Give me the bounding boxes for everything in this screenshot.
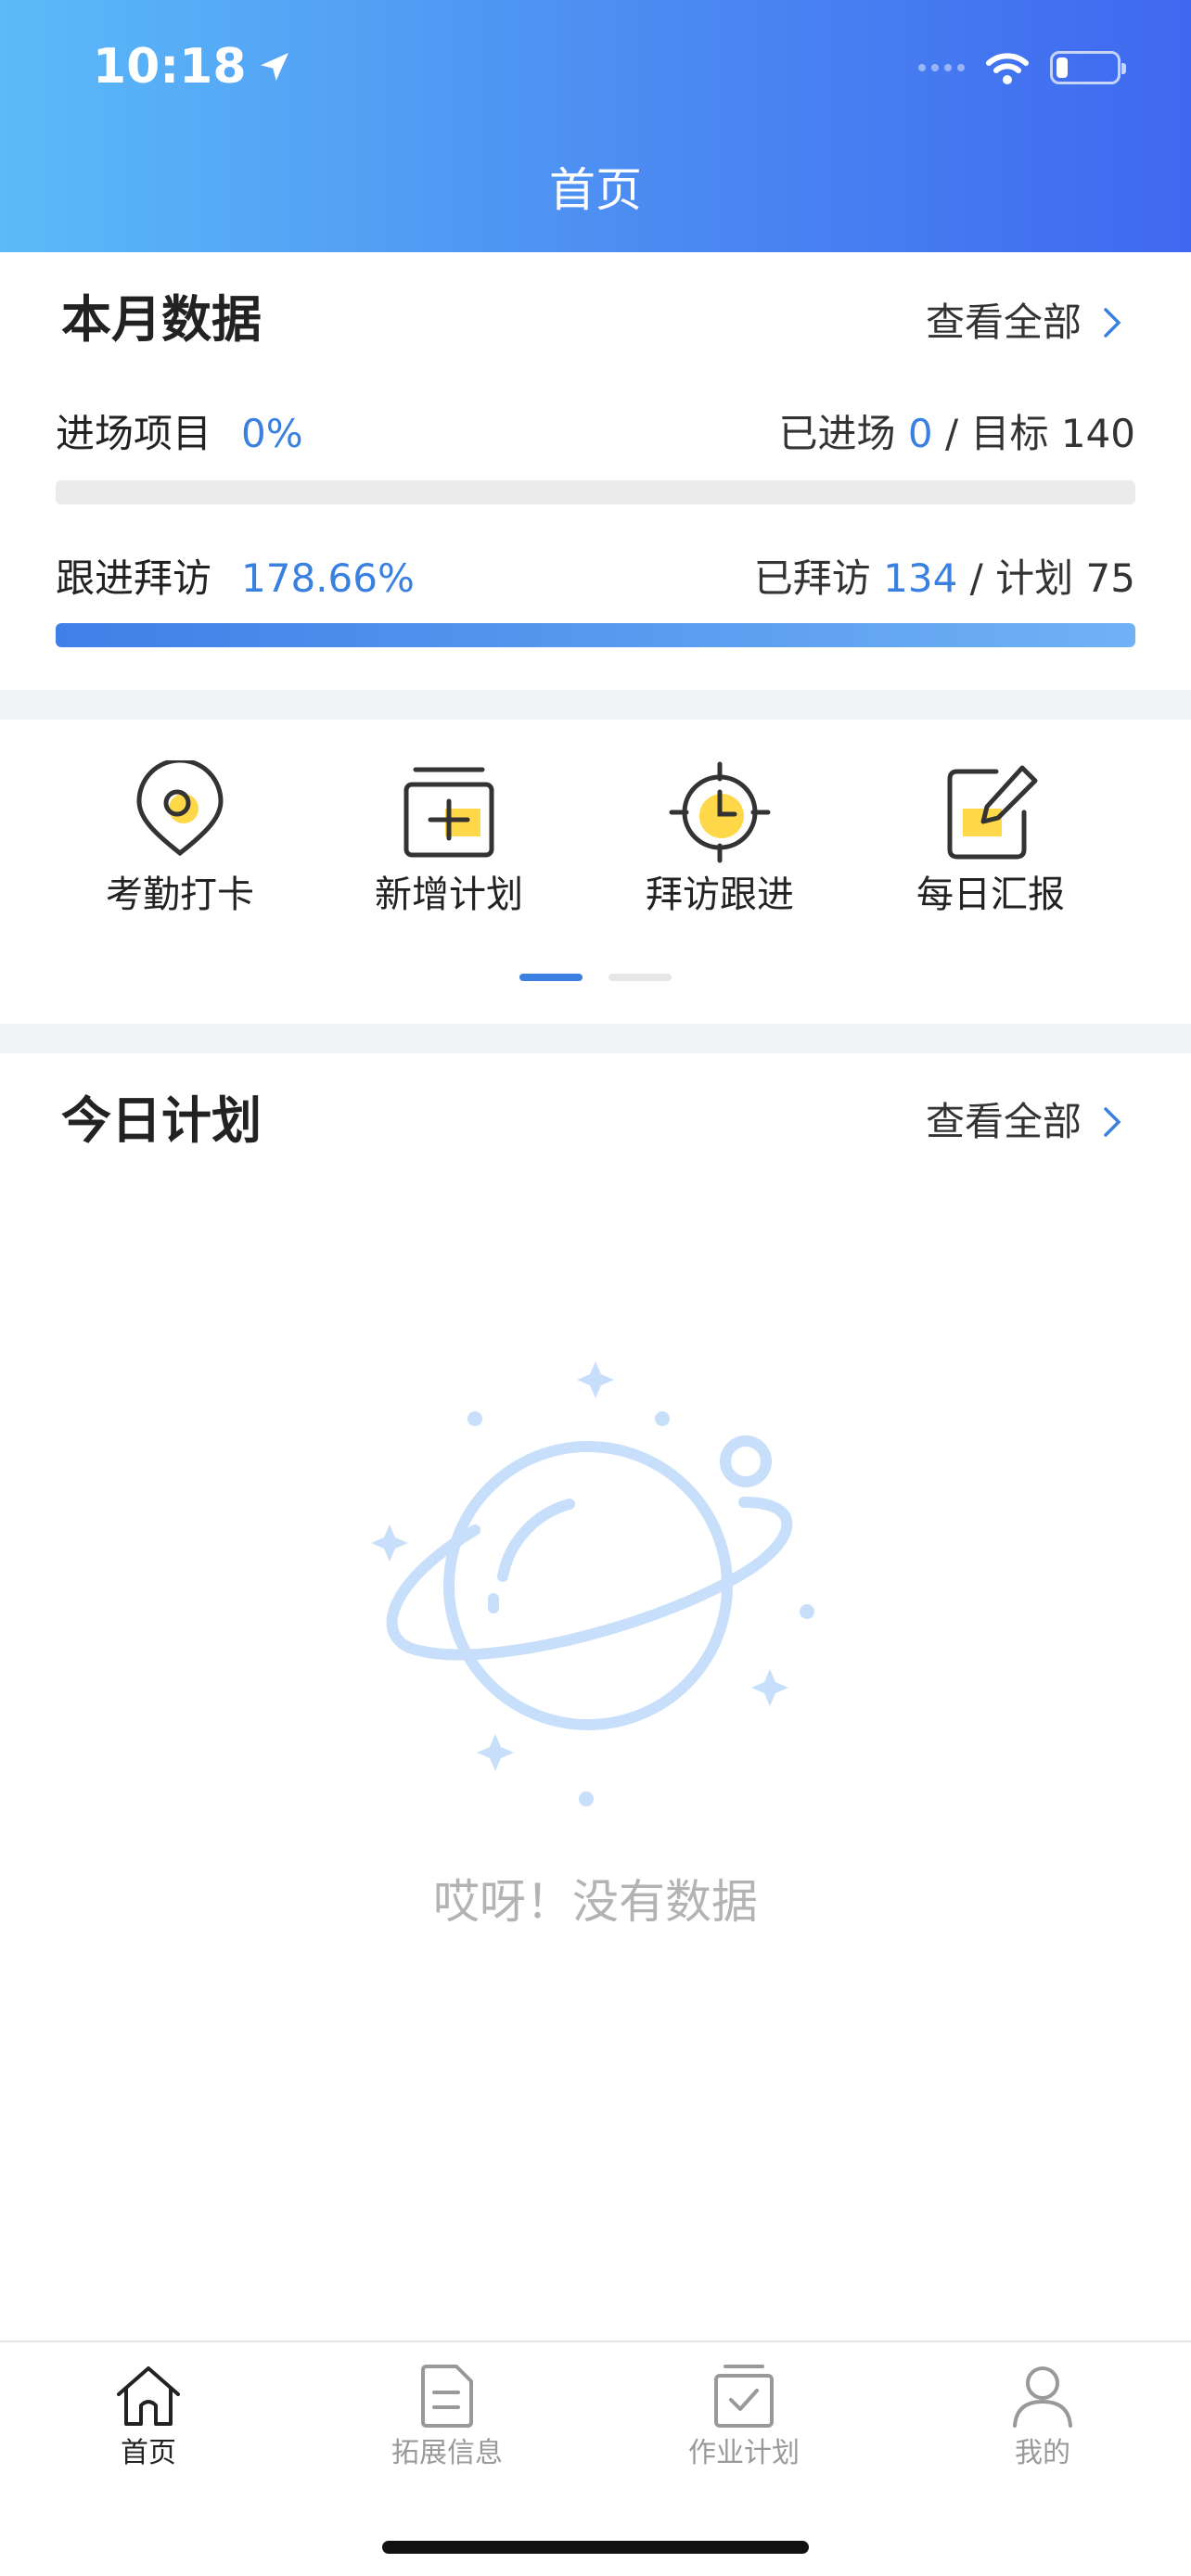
stat-percent: 178.66%: [241, 555, 415, 601]
pager-dot-active[interactable]: [519, 974, 583, 981]
document-icon: [421, 2365, 473, 2428]
tab-label: 首页: [121, 2437, 176, 2469]
edit-report-icon: [947, 765, 1038, 860]
chevron-right-icon: [1104, 308, 1121, 338]
tab-label: 拓展信息: [391, 2437, 503, 2469]
section-divider: [0, 690, 1191, 720]
today-plan-title: 今日计划: [61, 1089, 291, 1161]
app-header: 10:18 首页: [0, 0, 1191, 252]
empty-planet-icon: [371, 1361, 814, 1806]
page-title: 首页: [549, 163, 642, 217]
tab-expand-info[interactable]: 拓展信息: [336, 2361, 558, 2474]
action-label: 考勤打卡: [106, 874, 254, 916]
tab-label: 作业计划: [688, 2437, 800, 2469]
view-all-label: 查看全部: [925, 1099, 1082, 1144]
view-all-label: 查看全部: [925, 300, 1082, 345]
location-pin-icon: [136, 760, 224, 857]
stat-label: 进场项目: [56, 411, 212, 456]
target-clock-icon: [669, 761, 771, 863]
tab-mine[interactable]: 我的: [931, 2361, 1154, 2474]
entry-progress-bar: [56, 480, 1135, 504]
calendar-check-icon: [714, 2365, 774, 2428]
add-plan-icon: [403, 767, 494, 858]
tab-home[interactable]: 首页: [37, 2361, 260, 2474]
action-label: 拜访跟进: [646, 874, 794, 916]
action-label: 每日汇报: [916, 874, 1065, 916]
wifi-icon: [986, 53, 1029, 84]
stat-row-visit: 跟进拜访 178.66% 已拜访 134 / 计划 75: [56, 551, 1135, 606]
location-arrow-icon: [260, 53, 288, 81]
action-attendance[interactable]: 考勤打卡: [78, 760, 282, 927]
stat-label: 跟进拜访: [56, 555, 212, 601]
tab-label: 我的: [1015, 2437, 1070, 2469]
tab-work-plan[interactable]: 作业计划: [633, 2361, 855, 2474]
action-daily-report[interactable]: 每日汇报: [889, 760, 1093, 927]
battery-icon: [1050, 51, 1126, 84]
signal-icon: [918, 64, 965, 71]
monthly-title: 本月数据: [61, 287, 291, 360]
home-indicator: [382, 2541, 809, 2554]
monthly-view-all-button[interactable]: 查看全部: [926, 295, 1122, 351]
stat-percent: 0%: [241, 411, 303, 456]
status-time: 10:18: [93, 37, 293, 96]
action-label: 新增计划: [375, 874, 523, 916]
today-view-all-button[interactable]: 查看全部: [926, 1094, 1122, 1150]
stat-summary: 已拜访 134 / 计划 75: [753, 555, 1135, 601]
visit-progress-bar: [56, 623, 1135, 647]
action-add-plan[interactable]: 新增计划: [347, 760, 551, 927]
user-icon: [1013, 2366, 1072, 2428]
section-divider: [0, 1024, 1191, 1053]
stat-row-entry: 进场项目 0% 已进场 0 / 目标 140: [56, 406, 1135, 462]
status-indicators: [918, 45, 1126, 91]
status-time-text: 10:18: [93, 39, 247, 95]
action-visit-follow[interactable]: 拜访跟进: [618, 760, 822, 927]
pager-dot[interactable]: [608, 974, 672, 981]
stat-summary: 已进场 0 / 目标 140: [778, 411, 1135, 456]
empty-state-text: 哎呀！没有数据: [433, 1875, 758, 1929]
chevron-right-icon: [1104, 1107, 1121, 1137]
home-icon: [117, 2366, 180, 2426]
